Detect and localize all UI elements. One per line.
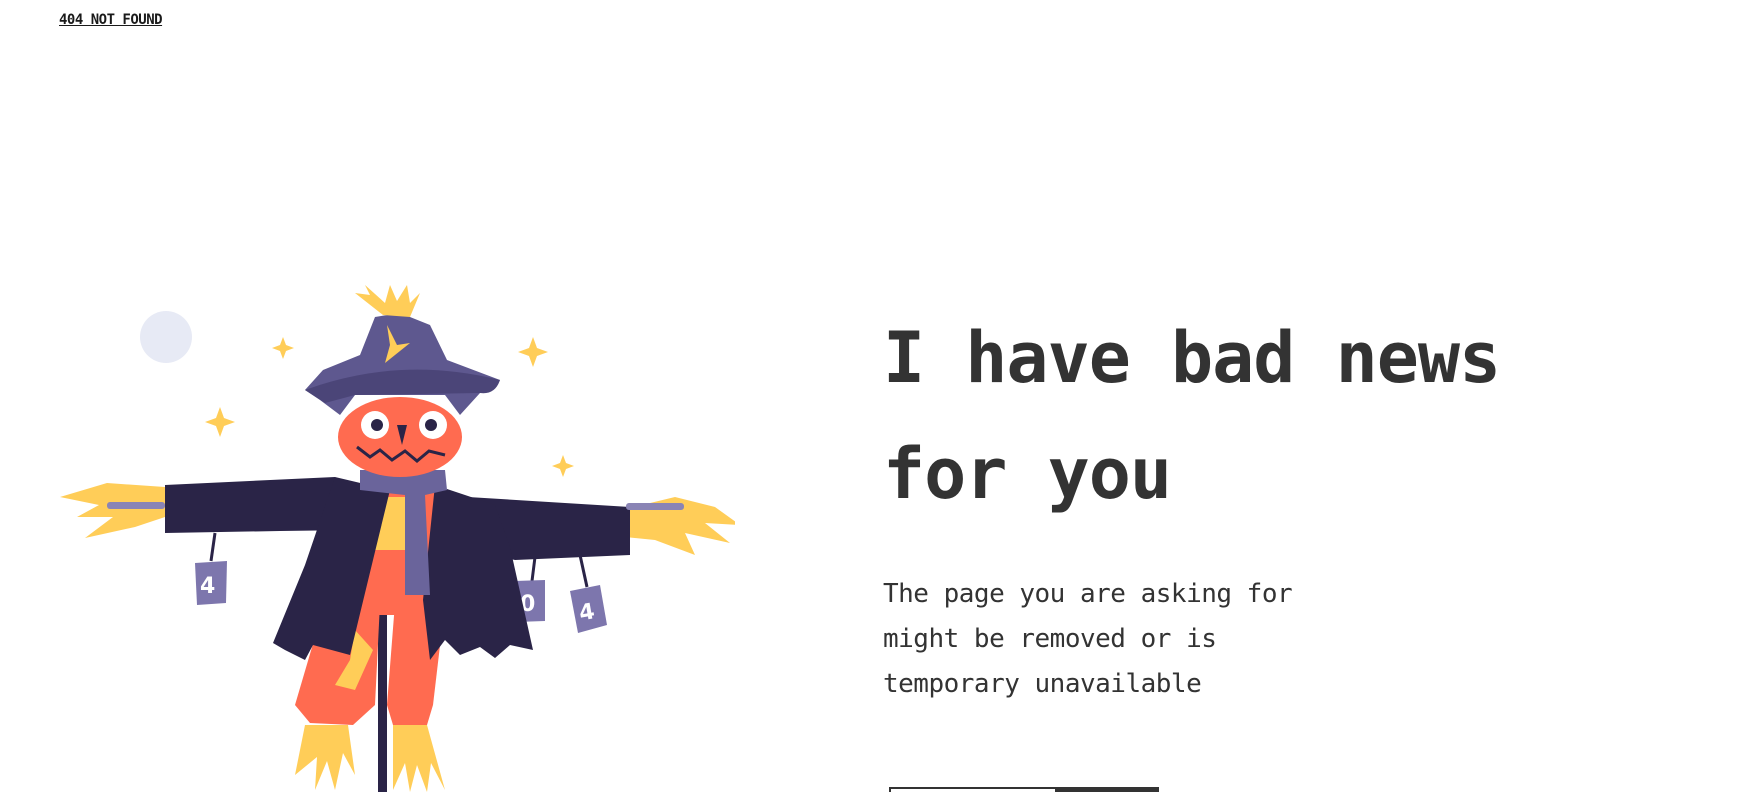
scarecrow-illustration: 4 0 4 xyxy=(55,285,735,792)
headline-line-2: for you xyxy=(883,433,1172,515)
moon-icon xyxy=(140,311,192,363)
home-link[interactable]: 404 NOT FOUND xyxy=(59,12,163,28)
page-description: The page you are asking for might be rem… xyxy=(883,579,1293,699)
hero-section: I have bad news for you The page you are… xyxy=(883,300,1643,707)
primary-button[interactable] xyxy=(1057,787,1159,792)
secondary-button[interactable] xyxy=(889,787,1057,792)
headline-line-1: I have bad news xyxy=(883,317,1501,399)
action-buttons xyxy=(889,787,1159,792)
page-title: I have bad news for you xyxy=(883,300,1643,532)
can-label: 4 xyxy=(200,574,215,599)
